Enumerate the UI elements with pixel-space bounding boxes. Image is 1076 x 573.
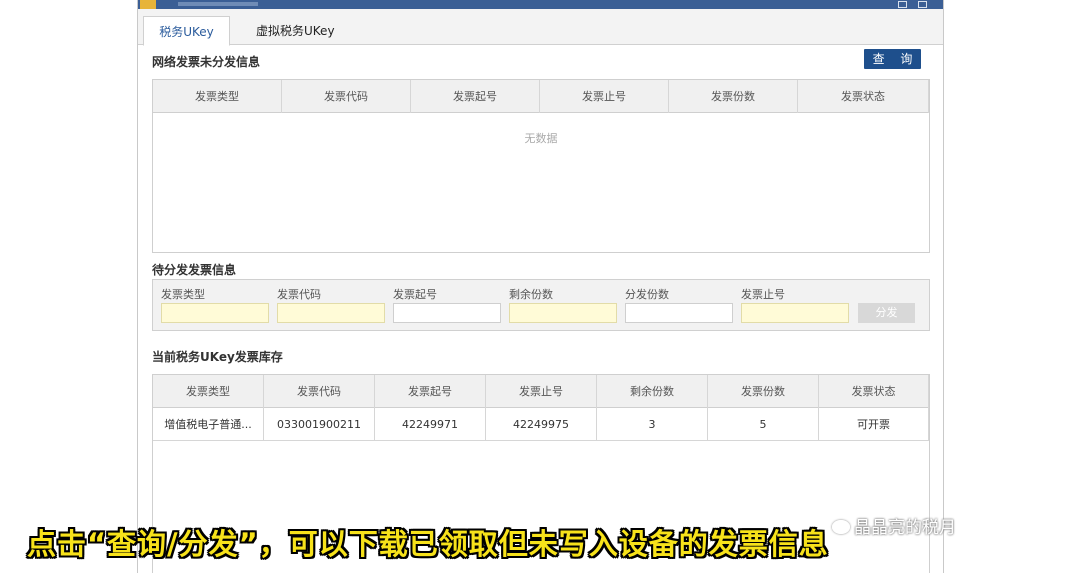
cell-invoice-status: 可开票 bbox=[819, 408, 929, 441]
column-header[interactable]: 发票份数 bbox=[669, 80, 798, 113]
cell-invoice-type: 增值税电子普通... bbox=[153, 408, 264, 441]
cell-invoice-code: 033001900211 bbox=[264, 408, 375, 441]
app-window: 税务UKey 虚拟税务UKey 网络发票未分发信息 查 询 发票类型 发票代码 … bbox=[137, 0, 944, 573]
distribute-count-field[interactable] bbox=[625, 303, 733, 323]
field-label-distribute-count: 分发份数 bbox=[625, 288, 669, 301]
empty-state-text: 无数据 bbox=[524, 132, 558, 145]
column-header[interactable]: 发票状态 bbox=[798, 80, 929, 113]
window-title bbox=[178, 2, 258, 6]
field-label-end-number: 发票止号 bbox=[741, 288, 785, 301]
cell-start-number: 42249971 bbox=[375, 408, 486, 441]
remaining-count-field[interactable] bbox=[509, 303, 617, 323]
close-icon[interactable] bbox=[918, 1, 927, 8]
watermark: 晶晶亮的税月 bbox=[832, 513, 956, 538]
tab-tax-ukey[interactable]: 税务UKey bbox=[143, 16, 230, 46]
column-header[interactable]: 发票代码 bbox=[264, 375, 375, 408]
wechat-icon bbox=[832, 520, 850, 534]
column-header[interactable]: 发票止号 bbox=[486, 375, 597, 408]
tab-virtual-tax-ukey[interactable]: 虚拟税务UKey bbox=[238, 16, 353, 46]
start-number-field[interactable] bbox=[393, 303, 501, 323]
minimize-icon[interactable] bbox=[898, 1, 907, 8]
watermark-text: 晶晶亮的税月 bbox=[854, 518, 956, 538]
field-label-start-number: 发票起号 bbox=[393, 288, 437, 301]
column-header[interactable]: 发票止号 bbox=[540, 80, 669, 113]
column-header[interactable]: 发票起号 bbox=[375, 375, 486, 408]
field-label-remaining-count: 剩余份数 bbox=[509, 288, 553, 301]
app-logo-icon bbox=[140, 0, 156, 9]
pending-section-title: 待分发发票信息 bbox=[152, 263, 237, 277]
table-header: 发票类型 发票代码 发票起号 发票止号 发票份数 发票状态 bbox=[153, 80, 929, 113]
inventory-section-title: 当前税务UKey发票库存 bbox=[152, 350, 283, 364]
column-header[interactable]: 发票代码 bbox=[282, 80, 411, 113]
field-label-invoice-type: 发票类型 bbox=[161, 288, 205, 301]
tab-strip: 税务UKey 虚拟税务UKey bbox=[138, 9, 943, 46]
field-label-invoice-code: 发票代码 bbox=[277, 288, 321, 301]
column-header[interactable]: 发票起号 bbox=[411, 80, 540, 113]
column-header[interactable]: 发票类型 bbox=[153, 375, 264, 408]
distribute-button[interactable]: 分发 bbox=[858, 303, 915, 323]
video-caption: 点击“查询/分发”，可以下载已领取但未写入设备的发票信息 bbox=[27, 527, 829, 561]
column-header[interactable]: 发票份数 bbox=[708, 375, 819, 408]
end-number-field[interactable] bbox=[741, 303, 849, 323]
cell-end-number: 42249975 bbox=[486, 408, 597, 441]
cell-remaining-count: 3 bbox=[597, 408, 708, 441]
column-header[interactable]: 剩余份数 bbox=[597, 375, 708, 408]
query-button[interactable]: 查 询 bbox=[864, 49, 921, 69]
title-bar bbox=[138, 0, 943, 9]
invoice-code-field[interactable] bbox=[277, 303, 385, 323]
cell-invoice-count: 5 bbox=[708, 408, 819, 441]
network-invoice-table: 发票类型 发票代码 发票起号 发票止号 发票份数 发票状态 无数据 bbox=[152, 79, 930, 253]
column-header[interactable]: 发票类型 bbox=[153, 80, 282, 113]
invoice-type-field[interactable] bbox=[161, 303, 269, 323]
column-header[interactable]: 发票状态 bbox=[819, 375, 929, 408]
table-row[interactable]: 增值税电子普通... 033001900211 42249971 4224997… bbox=[153, 408, 929, 441]
pending-distribution-form: 发票类型 发票代码 发票起号 剩余份数 分发份数 发票止号 分发 bbox=[152, 279, 930, 331]
network-section-title: 网络发票未分发信息 bbox=[152, 55, 261, 69]
table-header: 发票类型 发票代码 发票起号 发票止号 剩余份数 发票份数 发票状态 bbox=[153, 375, 929, 408]
